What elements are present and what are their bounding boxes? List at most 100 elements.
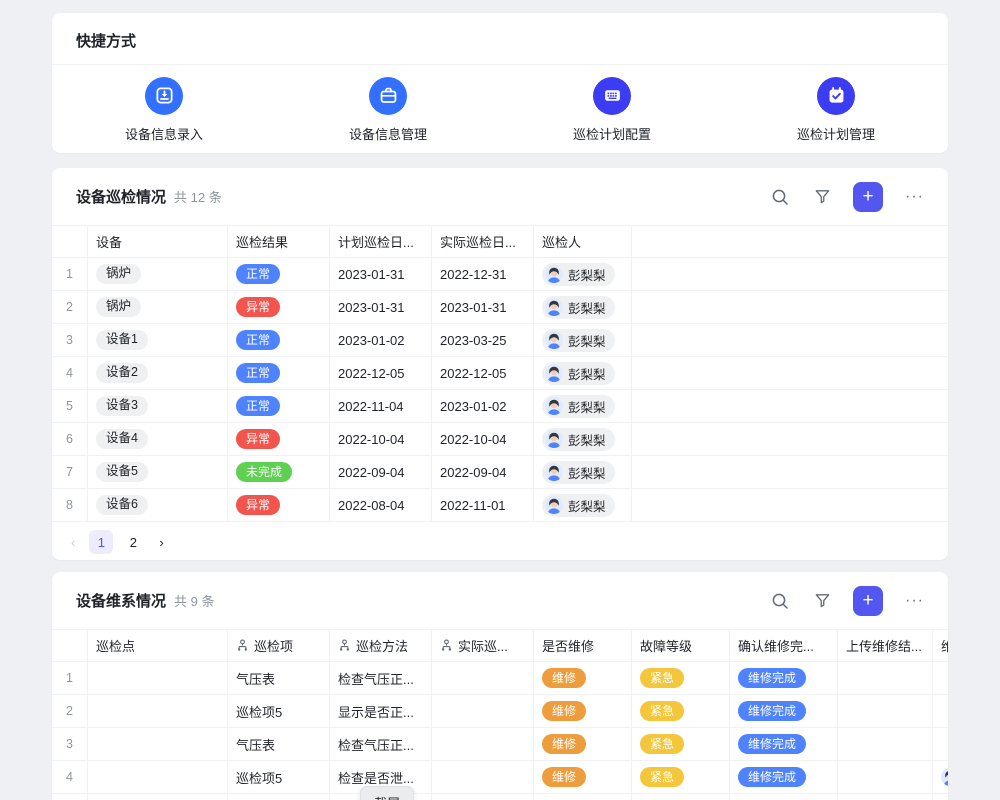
table-cell[interactable]: 正常 bbox=[228, 324, 330, 356]
table-cell[interactable] bbox=[88, 794, 228, 800]
table-cell[interactable] bbox=[632, 258, 948, 290]
table-cell[interactable]: 异常 bbox=[228, 489, 330, 521]
table-cell[interactable]: 维修 bbox=[534, 794, 632, 800]
filter-icon[interactable] bbox=[811, 186, 833, 208]
column-header[interactable]: 巡检人 bbox=[534, 226, 632, 257]
table-cell[interactable]: 锅炉 bbox=[88, 291, 228, 323]
table-cell[interactable]: 2022-09-04 bbox=[330, 456, 432, 488]
table-cell[interactable] bbox=[632, 324, 948, 356]
more-options-button[interactable]: ··· bbox=[903, 188, 926, 206]
table-cell[interactable] bbox=[838, 695, 933, 727]
table-cell[interactable]: 检查气压正... bbox=[330, 662, 432, 694]
table-cell[interactable] bbox=[432, 695, 534, 727]
table-cell[interactable]: 检查气压正... bbox=[330, 728, 432, 760]
table-cell[interactable] bbox=[432, 761, 534, 793]
table-cell[interactable] bbox=[432, 662, 534, 694]
table-cell[interactable]: 设备5 bbox=[88, 456, 228, 488]
table-cell[interactable] bbox=[632, 390, 948, 422]
table-cell[interactable]: 正常 bbox=[228, 258, 330, 290]
column-header[interactable]: 计划巡检日... bbox=[330, 226, 432, 257]
shortcut-item[interactable]: 巡检计划配置 bbox=[500, 77, 724, 143]
table-cell[interactable] bbox=[933, 728, 948, 760]
column-header[interactable]: 巡检结果 bbox=[228, 226, 330, 257]
table-cell[interactable] bbox=[88, 761, 228, 793]
table-cell[interactable]: 2023-01-02 bbox=[432, 390, 534, 422]
table-cell[interactable] bbox=[838, 728, 933, 760]
prev-page-button[interactable]: ‹ bbox=[65, 533, 81, 552]
table-cell[interactable]: 紧急 bbox=[632, 695, 730, 727]
page-button-2[interactable]: 2 bbox=[121, 530, 145, 554]
table-cell[interactable]: 维修中 bbox=[730, 794, 838, 800]
table-cell[interactable] bbox=[838, 662, 933, 694]
table-cell[interactable]: 彭梨梨 bbox=[534, 291, 632, 323]
table-cell[interactable]: 设备3 bbox=[88, 390, 228, 422]
table-cell[interactable]: 重要 bbox=[632, 794, 730, 800]
table-cell[interactable]: 彭梨梨 bbox=[534, 258, 632, 290]
table-cell[interactable]: 正常 bbox=[228, 357, 330, 389]
table-cell[interactable]: 设备4 bbox=[88, 423, 228, 455]
table-cell[interactable] bbox=[838, 794, 933, 800]
table-cell[interactable] bbox=[838, 761, 933, 793]
column-header[interactable]: 是否维修 bbox=[534, 630, 632, 661]
table-cell[interactable]: 维修 bbox=[534, 728, 632, 760]
table-cell[interactable]: 维修 bbox=[534, 761, 632, 793]
add-record-button[interactable]: + bbox=[853, 586, 883, 616]
table-cell[interactable]: 2023-01-31 bbox=[330, 291, 432, 323]
table-cell[interactable] bbox=[88, 728, 228, 760]
table-cell[interactable] bbox=[632, 291, 948, 323]
table-cell[interactable]: 2022-12-05 bbox=[432, 357, 534, 389]
table-cell[interactable]: 锅炉 bbox=[88, 258, 228, 290]
table-cell[interactable] bbox=[933, 695, 948, 727]
add-record-button[interactable]: + bbox=[853, 182, 883, 212]
table-cell[interactable]: 2022-11-04 bbox=[330, 390, 432, 422]
search-icon[interactable] bbox=[769, 186, 791, 208]
table-cell[interactable]: 巡检项5 bbox=[228, 695, 330, 727]
table-cell[interactable]: 彭梨梨 bbox=[534, 357, 632, 389]
column-header[interactable]: 上传维修结... bbox=[838, 630, 933, 661]
column-header[interactable]: 维... bbox=[933, 630, 948, 661]
table-cell[interactable]: 2022-11-01 bbox=[432, 489, 534, 521]
table-cell[interactable]: 维修完成 bbox=[730, 761, 838, 793]
table-cell[interactable]: 巡检项5 bbox=[228, 761, 330, 793]
more-options-button[interactable]: ··· bbox=[903, 592, 926, 610]
table-cell[interactable]: 彭梨梨 bbox=[534, 456, 632, 488]
table-cell[interactable]: 未完成 bbox=[228, 456, 330, 488]
table-cell[interactable]: 彭梨梨 bbox=[534, 324, 632, 356]
table-cell[interactable]: 2022-12-05 bbox=[330, 357, 432, 389]
table-cell[interactable]: 设备2 bbox=[88, 357, 228, 389]
column-header[interactable]: 设备 bbox=[88, 226, 228, 257]
column-header[interactable]: 实际巡... bbox=[432, 630, 534, 661]
table-cell[interactable]: 设备6 bbox=[88, 489, 228, 521]
column-header[interactable]: 实际巡检日... bbox=[432, 226, 534, 257]
column-header[interactable]: 确认维修完... bbox=[730, 630, 838, 661]
shortcut-item[interactable]: 设备信息管理 bbox=[276, 77, 500, 143]
table-cell[interactable] bbox=[933, 794, 948, 800]
table-cell[interactable]: 彭梨梨 bbox=[534, 423, 632, 455]
table-cell[interactable]: 气压表 bbox=[228, 728, 330, 760]
table-cell[interactable] bbox=[632, 489, 948, 521]
table-cell[interactable]: 维修完成 bbox=[730, 662, 838, 694]
table-cell[interactable]: 维修完成 bbox=[730, 728, 838, 760]
filter-icon[interactable] bbox=[811, 590, 833, 612]
table-cell[interactable]: 异常 bbox=[228, 291, 330, 323]
table-cell[interactable]: 2023-01-31 bbox=[432, 291, 534, 323]
table-cell[interactable]: 2022-08-04 bbox=[330, 489, 432, 521]
table-cell[interactable] bbox=[933, 761, 948, 793]
table-cell[interactable]: 2022-09-04 bbox=[432, 456, 534, 488]
table-cell[interactable]: 彭梨梨 bbox=[534, 489, 632, 521]
page-button-1[interactable]: 1 bbox=[89, 530, 113, 554]
table-cell[interactable]: 维修 bbox=[534, 695, 632, 727]
column-header[interactable]: 巡检项 bbox=[228, 630, 330, 661]
table-cell[interactable] bbox=[432, 728, 534, 760]
shortcut-item[interactable]: 巡检计划管理 bbox=[724, 77, 948, 143]
table-cell[interactable]: 巡检项5 bbox=[228, 794, 330, 800]
table-cell[interactable]: 异常 bbox=[228, 423, 330, 455]
table-cell[interactable]: 彭梨梨 bbox=[534, 390, 632, 422]
table-cell[interactable]: 正常 bbox=[228, 390, 330, 422]
table-cell[interactable]: 气压表 bbox=[228, 662, 330, 694]
search-icon[interactable] bbox=[769, 590, 791, 612]
table-cell[interactable]: 2022-10-04 bbox=[330, 423, 432, 455]
table-cell[interactable] bbox=[432, 794, 534, 800]
column-header[interactable]: 巡检点 bbox=[88, 630, 228, 661]
table-cell[interactable]: 2023-01-31 bbox=[330, 258, 432, 290]
